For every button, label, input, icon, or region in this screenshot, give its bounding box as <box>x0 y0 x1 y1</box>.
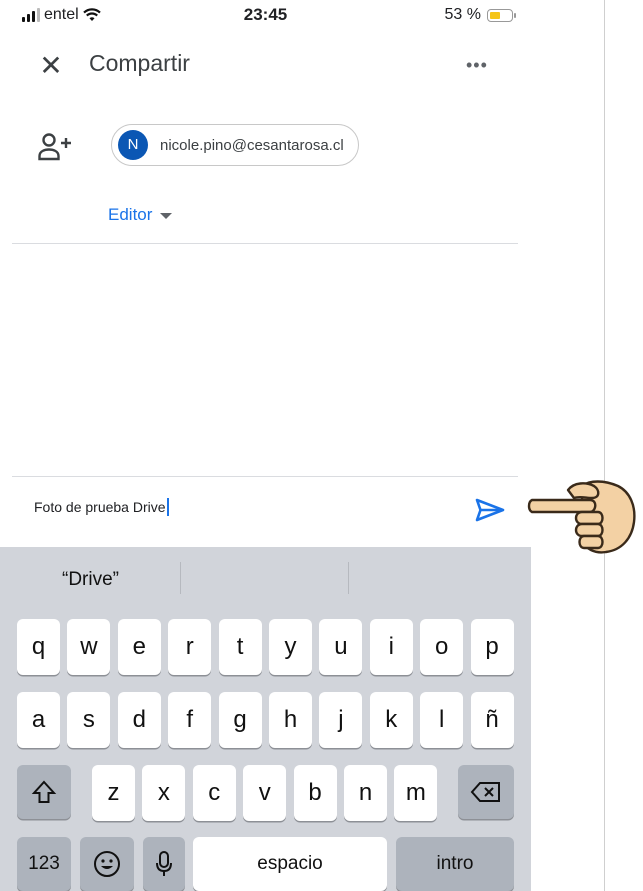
key-o[interactable]: o <box>420 619 464 675</box>
text-cursor <box>166 498 169 516</box>
key-label: d <box>132 706 146 733</box>
key-x[interactable]: x <box>142 765 186 821</box>
key-ñ[interactable]: ñ <box>470 692 514 748</box>
key-v[interactable]: v <box>243 765 287 821</box>
key-label: w <box>80 633 98 660</box>
pointing-hand-icon <box>527 480 636 554</box>
return-label: intro <box>436 853 474 874</box>
key-f[interactable]: f <box>168 692 212 748</box>
key-w[interactable]: w <box>67 619 111 675</box>
role-dropdown[interactable]: Editor <box>108 205 173 225</box>
key-k[interactable]: k <box>369 692 413 748</box>
key-label: x <box>157 779 170 806</box>
key-label: i <box>388 633 394 660</box>
key-label: c <box>208 779 221 806</box>
recipient-email: nicole.pino@cesantarosa.cl <box>160 136 344 154</box>
message-input[interactable]: Foto de prueba Drive <box>34 498 169 516</box>
send-icon[interactable] <box>474 497 506 523</box>
key-label: k <box>385 706 398 733</box>
microphone-icon <box>156 851 172 876</box>
divider <box>12 476 518 477</box>
suggestion-bar: “Drive” <box>0 547 531 617</box>
key-z[interactable]: z <box>92 765 135 821</box>
battery-level <box>490 11 500 19</box>
key-l[interactable]: l <box>420 692 464 748</box>
page-title: Compartir <box>89 50 190 76</box>
backspace-icon <box>470 782 500 802</box>
numbers-key[interactable]: 123 <box>17 837 71 891</box>
emoji-icon <box>94 851 120 877</box>
key-e[interactable]: e <box>117 619 161 675</box>
key-label: j <box>338 706 344 733</box>
key-label: s <box>82 706 95 733</box>
avatar: N <box>118 130 148 160</box>
key-label: p <box>485 633 499 660</box>
shift-icon <box>31 780 57 803</box>
key-m[interactable]: m <box>394 765 438 821</box>
key-d[interactable]: d <box>117 692 161 748</box>
phone-screen: entel 23:45 53 % ✕ Compartir ••• N nicol… <box>0 0 531 891</box>
space-label: espacio <box>257 853 323 874</box>
key-label: n <box>358 779 373 806</box>
key-label: b <box>308 779 322 806</box>
key-q[interactable]: q <box>17 619 60 675</box>
suggestion-separator <box>180 562 181 594</box>
key-i[interactable]: i <box>369 619 413 675</box>
emoji-key[interactable] <box>80 837 134 891</box>
status-bar: entel 23:45 53 % <box>0 0 531 34</box>
close-icon[interactable]: ✕ <box>36 51 66 81</box>
key-label: m <box>405 779 426 806</box>
recipient-chip[interactable]: N nicole.pino@cesantarosa.cl <box>111 124 359 166</box>
key-label: h <box>283 706 298 733</box>
key-t[interactable]: t <box>218 619 262 675</box>
key-c[interactable]: c <box>192 765 236 821</box>
key-label: e <box>132 633 146 660</box>
divider <box>12 243 518 244</box>
battery-icon <box>487 8 516 22</box>
key-label: g <box>233 706 247 733</box>
numbers-label: 123 <box>28 853 60 874</box>
battery-percent: 53 % <box>444 6 481 23</box>
key-label: v <box>258 779 271 806</box>
key-s[interactable]: s <box>67 692 111 748</box>
keyboard: “Drive” q w e r t y u i o p a s d f g h j k l ñ z x c v b n m 12… <box>0 547 531 891</box>
suggestion-separator <box>348 562 349 594</box>
chevron-down-icon <box>160 213 173 219</box>
status-right: 53 % <box>444 6 516 24</box>
frame-border <box>604 0 605 891</box>
key-label: l <box>439 706 445 733</box>
key-g[interactable]: g <box>218 692 262 748</box>
key-label: q <box>31 633 46 660</box>
key-u[interactable]: u <box>319 619 363 675</box>
key-b[interactable]: b <box>293 765 337 821</box>
key-label: t <box>236 633 244 660</box>
key-label: a <box>31 706 46 733</box>
person-add-icon[interactable] <box>38 132 74 162</box>
key-j[interactable]: j <box>319 692 363 748</box>
key-y[interactable]: y <box>269 619 312 675</box>
key-a[interactable]: a <box>17 692 60 748</box>
microphone-key[interactable] <box>143 837 185 891</box>
space-key[interactable]: espacio <box>193 837 387 891</box>
key-label: o <box>435 633 449 660</box>
shift-key[interactable] <box>17 765 71 819</box>
key-label: ñ <box>485 706 499 733</box>
backspace-key[interactable] <box>458 765 514 819</box>
suggestion-item[interactable]: “Drive” <box>62 569 119 591</box>
key-label: r <box>185 633 194 660</box>
key-h[interactable]: h <box>269 692 312 748</box>
key-p[interactable]: p <box>470 619 514 675</box>
key-r[interactable]: r <box>168 619 212 675</box>
key-label: f <box>186 706 194 733</box>
key-label: y <box>284 633 297 660</box>
role-label: Editor <box>108 205 153 224</box>
key-n[interactable]: n <box>344 765 387 821</box>
more-horiz-icon[interactable]: ••• <box>466 55 488 76</box>
key-label: z <box>107 779 120 806</box>
message-text: Foto de prueba Drive <box>34 499 166 515</box>
return-key[interactable]: intro <box>396 837 514 891</box>
key-label: u <box>334 633 348 660</box>
